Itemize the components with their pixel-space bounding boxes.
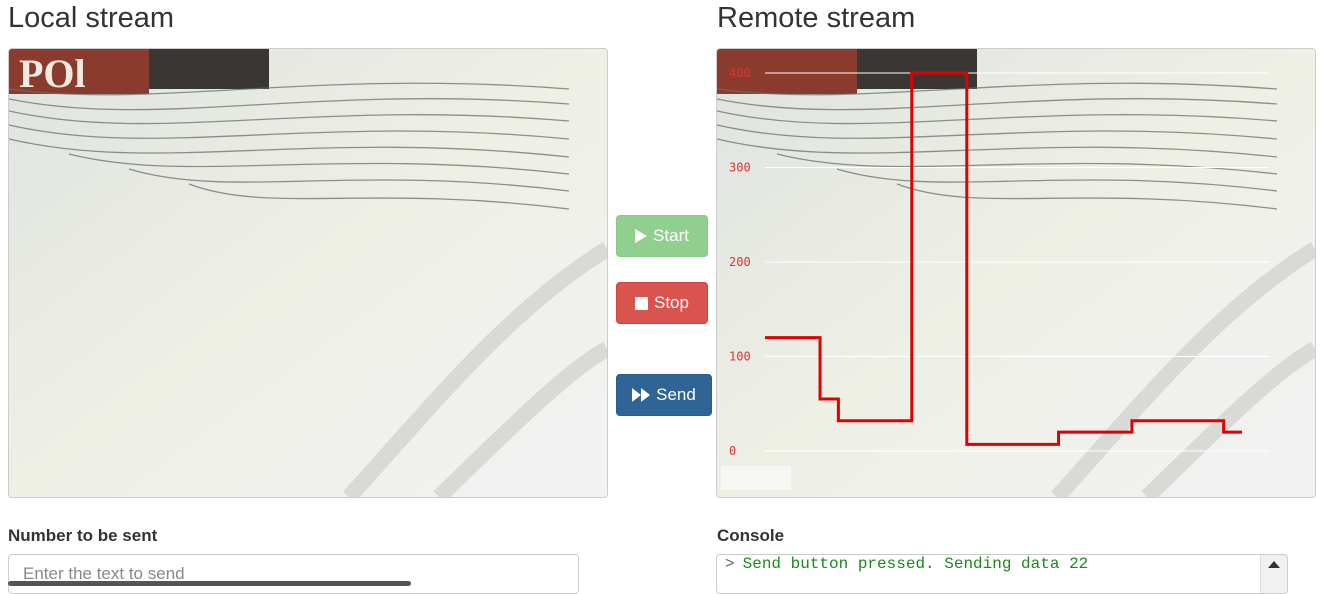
console-line-text: Send button pressed. Sending data 22 xyxy=(742,555,1089,573)
send-button-label: Send xyxy=(656,385,696,404)
horizontal-scrollbar[interactable] xyxy=(8,581,411,586)
play-icon xyxy=(635,229,648,243)
number-input[interactable] xyxy=(8,554,579,594)
console-prompt: > xyxy=(725,555,735,573)
console-label: Console xyxy=(717,526,785,545)
svg-text:POl: POl xyxy=(19,51,86,96)
stop-button[interactable]: Stop xyxy=(616,282,708,324)
send-button[interactable]: Send xyxy=(616,374,712,416)
stop-icon xyxy=(635,296,648,310)
remote-stream-title: Remote stream xyxy=(717,2,916,34)
console-output[interactable]: > Send button pressed. Sending data 22 xyxy=(716,554,1288,594)
y-tick-label: 200 xyxy=(729,255,751,269)
stop-button-label: Stop xyxy=(654,293,689,312)
y-tick-label: 0 xyxy=(729,444,736,458)
local-video: POl xyxy=(8,48,608,498)
local-stream-title: Local stream xyxy=(8,2,175,34)
start-button[interactable]: Start xyxy=(616,215,708,257)
series-line xyxy=(765,71,1242,446)
y-tick-label: 400 xyxy=(729,66,751,80)
y-tick-label: 100 xyxy=(729,350,751,364)
remote-video: 400 300 200 100 0 xyxy=(716,48,1316,498)
console-line: > Send button pressed. Sending data 22 xyxy=(725,555,1088,573)
fast-forward-icon xyxy=(632,388,651,402)
scroll-up-icon[interactable] xyxy=(1268,561,1280,568)
remote-plot: 400 300 200 100 0 xyxy=(729,66,1269,458)
console-scrollbar[interactable] xyxy=(1260,555,1287,593)
number-field-label: Number to be sent xyxy=(8,526,158,545)
y-tick-label: 300 xyxy=(729,161,751,175)
local-video-frame: POl xyxy=(9,49,607,497)
start-button-label: Start xyxy=(653,226,689,245)
